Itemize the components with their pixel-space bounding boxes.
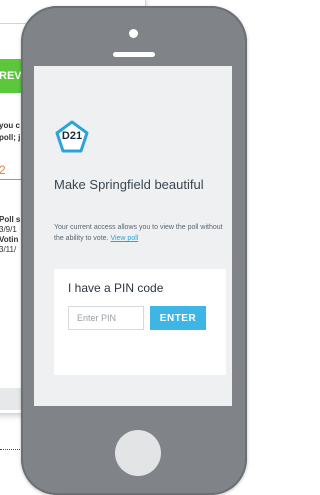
poll-title: Make Springfield beautiful [54, 177, 204, 192]
background-text-line: you c [0, 121, 20, 130]
background-text-line: poll; j [0, 133, 21, 142]
enter-button[interactable]: ENTER [150, 306, 206, 330]
access-description: Your current access allows you to view t… [54, 222, 226, 244]
speaker-slot [113, 52, 155, 57]
background-number: 2 [0, 163, 6, 177]
background-text-line: Poll s [0, 215, 21, 224]
home-button[interactable] [115, 430, 161, 476]
badge-label: D21 [61, 130, 83, 142]
pin-card: I have a PIN code ENTER [54, 269, 226, 375]
pin-input[interactable] [68, 306, 144, 330]
background-text-line: 3/11/ [0, 245, 17, 254]
camera-dot [129, 29, 138, 38]
phone-screen: D21 Make Springfield beautiful Your curr… [34, 66, 232, 406]
background-text-line: Votin [0, 235, 19, 244]
view-poll-link[interactable]: View poll [110, 235, 138, 242]
pin-heading: I have a PIN code [68, 281, 164, 295]
background-text-line: 3/9/1 [0, 225, 17, 234]
